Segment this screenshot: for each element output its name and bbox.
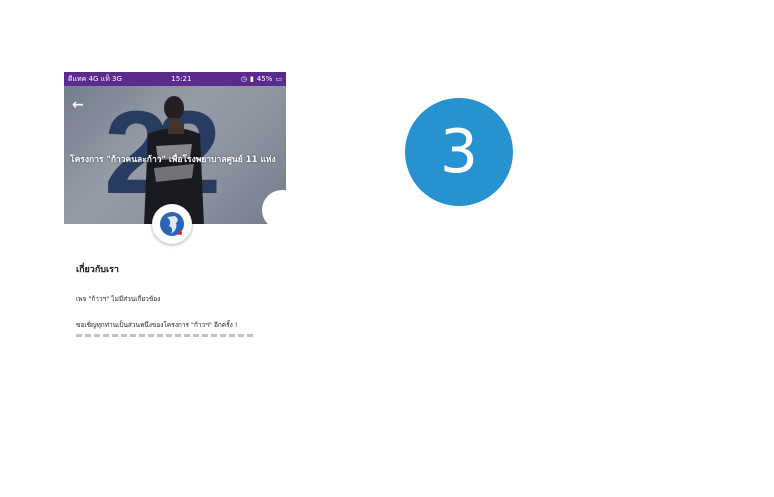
battery-icon: ▭ [275,75,282,83]
status-bar: ดีแทค 4G แท็ 3G 15:21 ◷ ▮ 45% ▭ [64,72,286,86]
about-line-2: ขอเชิญทุกท่านเป็นส่วนหนึ่งของโครงการ "ก้… [76,321,238,329]
about-line-1: เพจ "ก้าวฯ" ไม่มีส่วนเกี่ยวข้อง [76,295,161,303]
about-heading: เกี่ยวกับเรา [76,265,119,275]
profile-avatar[interactable] [152,204,192,244]
signal-icon: ▮ [249,75,254,83]
profile-logo-icon [160,212,184,236]
alarm-icon: ◷ [240,75,247,83]
carrier-label: ดีแทค 4G แท็ 3G [68,74,122,83]
step-number-badge: 3 [405,98,513,206]
back-arrow-icon[interactable]: ← [72,98,84,112]
page-title: โครงการ "ก้าวคนละก้าว" เพื่อโรงพยาบาลศูน… [70,155,276,165]
battery-label: 45% [256,75,273,83]
status-icons: ◷ ▮ 45% ▭ [241,75,282,83]
truncated-text-line [76,334,256,337]
time-label: 15:21 [171,75,192,83]
phone-screenshot: ดีแทค 4G แท็ 3G 15:21 ◷ ▮ 45% ▭ 22 ← โคร… [64,72,286,340]
